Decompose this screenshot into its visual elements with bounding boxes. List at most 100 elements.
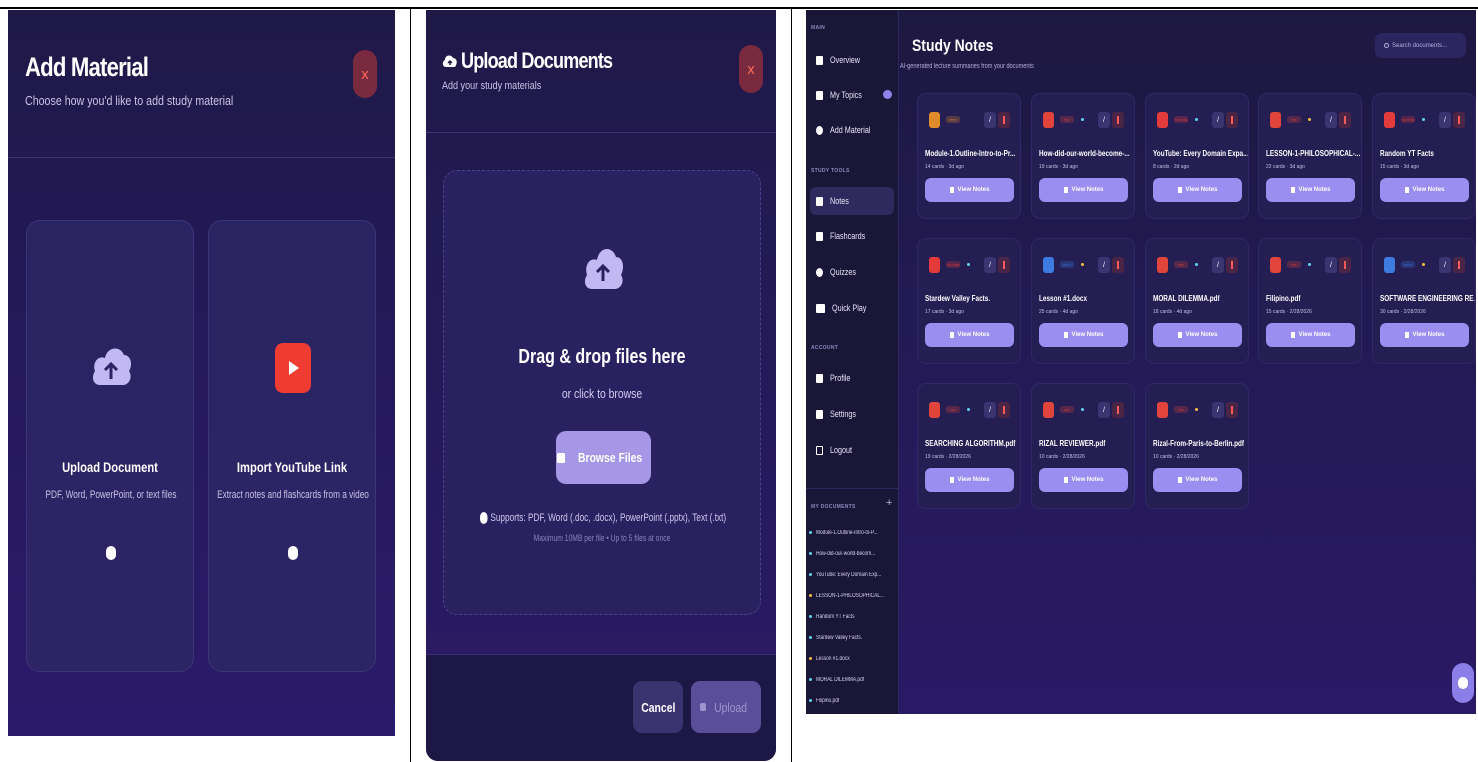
pencil-icon: /	[1444, 116, 1446, 124]
close-button[interactable]: x	[353, 50, 377, 98]
delete-button[interactable]	[1112, 112, 1124, 128]
note-title: How-did-our-world-become-...	[1039, 149, 1130, 158]
sidebar-document-item[interactable]: Stardew Valley Facts.	[809, 635, 874, 641]
view-notes-button[interactable]: View Notes	[1153, 468, 1242, 492]
plus-circle-icon	[816, 125, 823, 135]
note-card[interactable]: PDF / MORAL DILEMMA.pdf 18 cards · 4d ago Vi…	[1145, 238, 1249, 364]
notes-icon	[816, 196, 823, 206]
note-card[interactable]: YOUTUBE / YouTube: Every Domain Expa... 8 c…	[1145, 93, 1249, 219]
add-document-button[interactable]: +	[886, 497, 892, 509]
view-notes-button[interactable]: View Notes	[1266, 178, 1355, 202]
sidebar-item-quizzes[interactable]: Quizzes	[810, 258, 894, 286]
note-card[interactable]: PDF / Filipino.pdf 15 cards · 2/28/2026 View…	[1258, 238, 1362, 364]
upload-button[interactable]: Upload	[691, 681, 761, 733]
chat-icon	[1458, 677, 1468, 689]
view-notes-button[interactable]: View Notes	[1380, 323, 1469, 347]
edit-button[interactable]: /	[1439, 257, 1451, 273]
edit-button[interactable]: /	[1098, 112, 1110, 128]
note-card[interactable]: PDF / Rizal-From-Paris-to-Berlin.pdf 10 car…	[1145, 383, 1249, 509]
note-card[interactable]: DOCX / Lesson #1.docx 25 cards · 4d ago View…	[1031, 238, 1135, 364]
chat-fab-button[interactable]	[1452, 663, 1474, 703]
sidebar-document-item[interactable]: Random YT Facts	[809, 614, 864, 620]
delete-button[interactable]	[1453, 112, 1465, 128]
close-button[interactable]: x	[739, 45, 763, 93]
sidebar-item-overview[interactable]: Overview	[810, 46, 894, 74]
browse-files-button[interactable]: Browse Files	[556, 431, 651, 484]
pencil-icon: /	[989, 406, 991, 414]
edit-button[interactable]: /	[1212, 402, 1224, 418]
delete-button[interactable]	[1112, 402, 1124, 418]
sidebar-item-profile[interactable]: Profile	[810, 364, 894, 392]
sidebar-item-my-topics[interactable]: My Topics	[810, 81, 894, 109]
edit-button[interactable]: /	[1212, 112, 1224, 128]
sidebar-item-quick-play[interactable]: Quick Play	[810, 294, 894, 322]
view-notes-button[interactable]: View Notes	[1153, 178, 1242, 202]
view-notes-button[interactable]: View Notes	[1153, 323, 1242, 347]
cancel-button[interactable]: Cancel	[633, 681, 683, 733]
sidebar-document-item[interactable]: YouTube: Every Domain Exp...	[809, 572, 898, 578]
view-notes-button[interactable]: View Notes	[1039, 323, 1128, 347]
file-type-icon	[1270, 257, 1281, 273]
edit-button[interactable]: /	[1098, 402, 1110, 418]
note-card[interactable]: PPTX / Module-1.Outline-Intro-to-Pr... 14 c…	[917, 93, 1021, 219]
sidebar-item-notes[interactable]: Notes	[810, 187, 894, 215]
status-dot	[1422, 263, 1425, 266]
edit-button[interactable]: /	[984, 112, 996, 128]
note-card[interactable]: YOUTUBE / Random YT Facts 15 cards · 3d ago…	[1372, 93, 1476, 219]
sidebar-document-item[interactable]: MORAL DILEMMA.pdf	[809, 677, 876, 683]
edit-button[interactable]: /	[1439, 112, 1451, 128]
note-card[interactable]: PDF / How-did-our-world-become-... 19 cards…	[1031, 93, 1135, 219]
delete-button[interactable]	[1339, 257, 1351, 273]
edit-button[interactable]: /	[1212, 257, 1224, 273]
sidebar-document-item[interactable]: Filipino.pdf	[809, 698, 845, 704]
sidebar-document-item[interactable]: How-did-our-world-becom...	[809, 551, 890, 557]
sidebar-item-add-material[interactable]: Add Material	[810, 116, 894, 144]
sidebar-item-settings[interactable]: Settings	[810, 400, 894, 428]
frame-divider-1	[410, 8, 411, 762]
edit-button[interactable]: /	[984, 257, 996, 273]
view-notes-button[interactable]: View Notes	[1380, 178, 1469, 202]
delete-button[interactable]	[998, 112, 1010, 128]
edit-button[interactable]: /	[984, 402, 996, 418]
view-notes-button[interactable]: View Notes	[1039, 178, 1128, 202]
sidebar-item-flashcards[interactable]: Flashcards	[810, 222, 894, 250]
edit-button[interactable]: /	[1325, 112, 1337, 128]
delete-button[interactable]	[1112, 257, 1124, 273]
note-card[interactable]: YOUTUBE / Stardew Valley Facts. 17 cards · …	[917, 238, 1021, 364]
note-card[interactable]: PDF / LESSON-1-PHILOSOPHICAL-... 22 cards ·…	[1258, 93, 1362, 219]
drop-zone[interactable]: Drag & drop files here or click to brows…	[443, 170, 761, 615]
view-notes-button[interactable]: View Notes	[925, 468, 1014, 492]
delete-button[interactable]	[1226, 112, 1238, 128]
view-notes-button[interactable]: View Notes	[925, 178, 1014, 202]
note-title: Module-1.Outline-Intro-to-Pr...	[925, 149, 1016, 158]
notes-icon	[1290, 187, 1295, 193]
edit-button[interactable]: /	[1325, 257, 1337, 273]
note-title: Rizal-From-Paris-to-Berlin.pdf	[1153, 439, 1245, 448]
note-card[interactable]: PDF / RIZAL REVIEWER.pdf 10 cards · 2/28/20…	[1031, 383, 1135, 509]
delete-button[interactable]	[998, 402, 1010, 418]
edit-button[interactable]: /	[1098, 257, 1110, 273]
sidebar-document-item[interactable]: Module-1.Outline-Intro-to-P...	[809, 530, 893, 536]
document-dot-icon	[809, 551, 812, 555]
search-input[interactable]: Search documents...	[1375, 33, 1466, 58]
import-youtube-option[interactable]: Import YouTube Link Extract notes and fl…	[208, 220, 376, 672]
sidebar-item-logout[interactable]: Logout	[810, 436, 894, 464]
status-dot	[1195, 263, 1198, 266]
notes-icon	[1063, 477, 1068, 483]
upload-document-option[interactable]: Upload Document PDF, Word, PowerPoint, o…	[26, 220, 194, 672]
view-notes-button[interactable]: View Notes	[1039, 468, 1128, 492]
chevron-right-icon	[106, 546, 116, 560]
delete-button[interactable]	[1226, 257, 1238, 273]
delete-button[interactable]	[998, 257, 1010, 273]
sidebar-document-item[interactable]: LESSON-1-PHILOSOPHICAL...	[809, 593, 901, 599]
view-notes-button[interactable]: View Notes	[1266, 323, 1355, 347]
note-card[interactable]: PDF / SEARCHING ALGORITHM.pdf 19 cards · 2/…	[917, 383, 1021, 509]
delete-button[interactable]	[1226, 402, 1238, 418]
note-card[interactable]: DOCX / SOFTWARE ENGINEERING RE... 30 cards …	[1372, 238, 1476, 364]
delete-button[interactable]	[1339, 112, 1351, 128]
delete-button[interactable]	[1453, 257, 1465, 273]
gamepad-icon	[816, 303, 825, 313]
frame-top-border	[0, 7, 1478, 9]
view-notes-button[interactable]: View Notes	[925, 323, 1014, 347]
sidebar-document-item[interactable]: Lesson #1.docx	[809, 656, 858, 662]
